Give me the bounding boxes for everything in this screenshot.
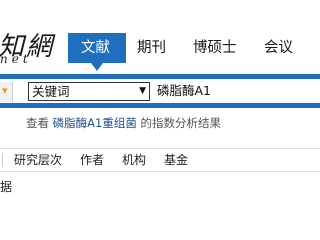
search-field-value: 关键词 xyxy=(32,84,70,99)
scope-toggle-button[interactable]: ▾ xyxy=(0,82,13,102)
hint-term-link[interactable]: 磷脂酶A1重组菌 xyxy=(53,116,137,130)
cnki-search-page: 知網 net 文献 期刊 博硕士 会议 ▾ 关键词 ▼ 磷脂酶A1 查看 磷脂酶… xyxy=(0,0,320,240)
filter-research-level[interactable]: 研究层次 xyxy=(14,149,62,171)
index-analysis-hint: 查看 磷脂酶A1重组菌 的指数分析结果 xyxy=(26,115,221,131)
result-text-fragment: 据 xyxy=(0,180,13,194)
hint-prefix: 查看 xyxy=(26,116,49,130)
filter-institution[interactable]: 机构 xyxy=(122,149,146,171)
grouping-filter-bar: 研究层次 作者 机构 基金 xyxy=(0,148,320,172)
tab-literature[interactable]: 文献 xyxy=(68,33,126,71)
search-bar: ▾ 关键词 ▼ 磷脂酶A1 xyxy=(0,74,320,108)
search-field-select[interactable]: 关键词 ▼ xyxy=(28,82,150,101)
filter-fund[interactable]: 基金 xyxy=(164,149,188,171)
chevron-down-icon: ▾ xyxy=(2,84,8,97)
logo-subtext: net xyxy=(0,52,32,66)
tab-journals[interactable]: 期刊 xyxy=(137,33,166,63)
dropdown-arrow-icon: ▼ xyxy=(139,86,146,96)
filter-author[interactable]: 作者 xyxy=(80,149,104,171)
hint-suffix: 的指数分析结果 xyxy=(140,116,222,130)
divider xyxy=(2,153,3,167)
tab-conferences[interactable]: 会议 xyxy=(264,33,293,63)
search-input[interactable]: 磷脂酶A1 xyxy=(157,81,211,101)
search-box: ▾ 关键词 ▼ 磷脂酶A1 xyxy=(0,78,320,104)
tab-theses[interactable]: 博硕士 xyxy=(193,33,237,63)
